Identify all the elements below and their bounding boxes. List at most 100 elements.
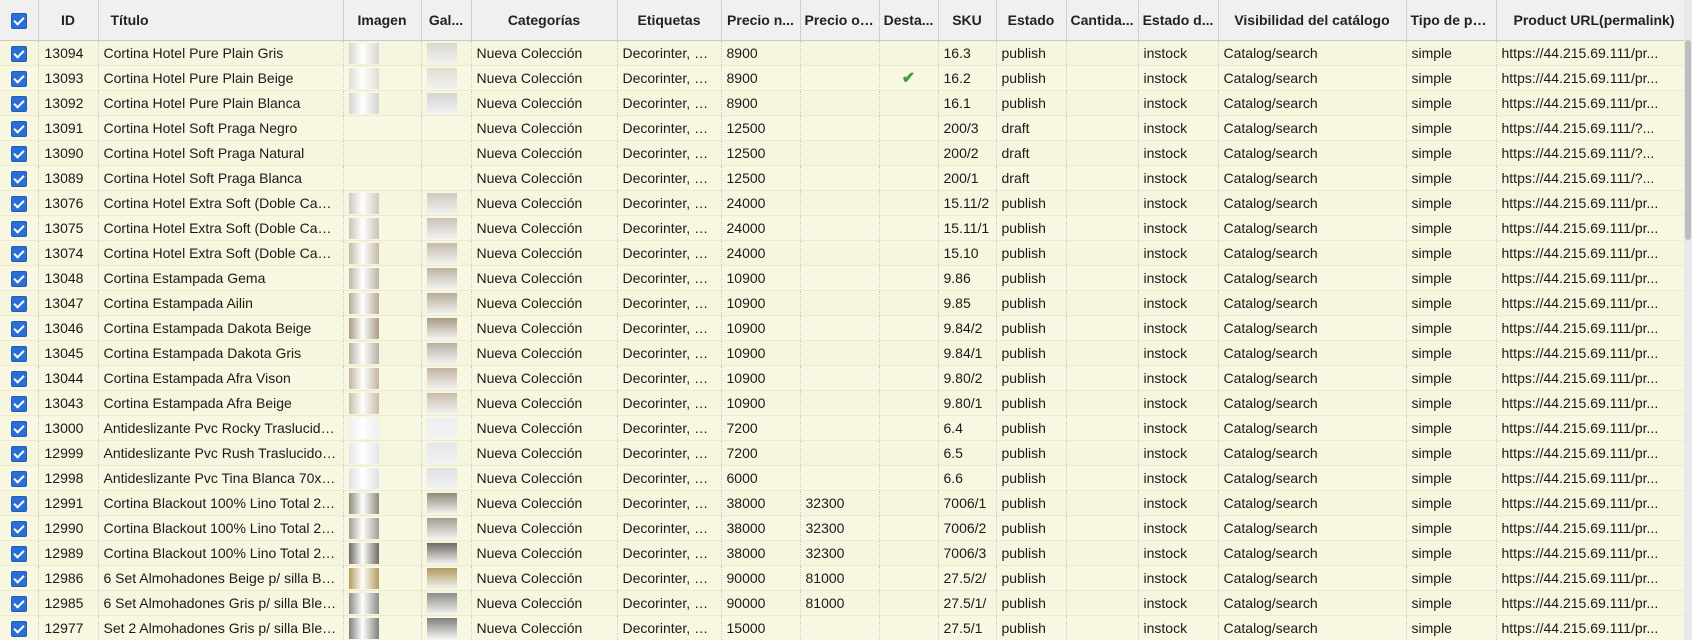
table-row[interactable]: 13076 Cortina Hotel Extra Soft (Doble Cap… — [0, 190, 1692, 216]
cell-catalog-visibility[interactable]: Catalog/search — [1218, 190, 1407, 216]
cell-tags[interactable]: Decorinter, N... — [617, 415, 722, 441]
cell-sku[interactable]: 9.85 — [938, 290, 997, 316]
cell-quantity[interactable] — [1066, 390, 1139, 416]
cell-stock-status[interactable]: instock — [1138, 365, 1219, 391]
scrollbar-thumb[interactable] — [1685, 40, 1691, 240]
cell-price[interactable]: 10900 — [721, 290, 801, 316]
cell-featured[interactable] — [879, 390, 939, 416]
cell-gallery[interactable] — [421, 540, 472, 566]
cell-id[interactable]: 13076 — [38, 190, 99, 216]
row-checkbox[interactable] — [0, 115, 39, 141]
cell-categories[interactable]: Nueva Colección — [471, 265, 618, 291]
cell-gallery[interactable] — [421, 615, 472, 640]
cell-permalink[interactable]: https://44.215.69.111/pr... — [1496, 240, 1692, 266]
cell-tags[interactable]: Decorinter, N... — [617, 515, 722, 541]
cell-status[interactable]: publish — [996, 215, 1067, 241]
column-header-sale[interactable]: Precio of... — [800, 0, 880, 41]
cell-sku[interactable]: 6.5 — [938, 440, 997, 466]
table-row[interactable]: 13000 Antideslizante Pvc Rocky Traslucido… — [0, 415, 1692, 441]
cell-quantity[interactable] — [1066, 565, 1139, 591]
cell-sale-price[interactable] — [800, 340, 880, 366]
cell-id[interactable]: 13094 — [38, 40, 99, 66]
cell-title[interactable]: Cortina Estampada Ailin — [98, 290, 344, 316]
cell-permalink[interactable]: https://44.215.69.111/pr... — [1496, 415, 1692, 441]
cell-image[interactable] — [343, 265, 422, 291]
column-header-visibility[interactable]: Visibilidad del catálogo — [1218, 0, 1407, 41]
column-header-categories[interactable]: Categorías — [471, 0, 618, 41]
cell-image[interactable] — [343, 390, 422, 416]
column-header-type[interactable]: Tipo de pro... — [1406, 0, 1497, 41]
cell-title[interactable]: Cortina Hotel Pure Plain Beige — [98, 65, 344, 91]
table-row[interactable]: 13090 Cortina Hotel Soft Praga Natural Nue… — [0, 140, 1692, 166]
cell-tags[interactable]: Decorinter, N... — [617, 440, 722, 466]
cell-product-type[interactable]: simple — [1406, 490, 1497, 516]
column-header-status[interactable]: Estado — [996, 0, 1067, 41]
cell-permalink[interactable]: https://44.215.69.111/pr... — [1496, 365, 1692, 391]
cell-sale-price[interactable]: 32300 — [800, 515, 880, 541]
cell-categories[interactable]: Nueva Colección — [471, 340, 618, 366]
table-row[interactable]: 13043 Cortina Estampada Afra Beige Nueva C… — [0, 390, 1692, 416]
cell-id[interactable]: 13046 — [38, 315, 99, 341]
cell-sale-price[interactable] — [800, 415, 880, 441]
cell-featured[interactable] — [879, 465, 939, 491]
cell-gallery[interactable] — [421, 140, 472, 166]
cell-featured[interactable] — [879, 415, 939, 441]
cell-product-type[interactable]: simple — [1406, 440, 1497, 466]
cell-featured[interactable] — [879, 165, 939, 191]
cell-sku[interactable]: 9.84/1 — [938, 340, 997, 366]
row-checkbox[interactable] — [0, 415, 39, 441]
cell-quantity[interactable] — [1066, 115, 1139, 141]
cell-permalink[interactable]: https://44.215.69.111/pr... — [1496, 615, 1692, 640]
cell-sale-price[interactable] — [800, 440, 880, 466]
cell-tags[interactable]: Decorinter, N... — [617, 590, 722, 616]
cell-stock-status[interactable]: instock — [1138, 390, 1219, 416]
row-checkbox[interactable] — [0, 340, 39, 366]
cell-featured[interactable]: ✔ — [879, 65, 939, 91]
cell-quantity[interactable] — [1066, 140, 1139, 166]
cell-categories[interactable]: Nueva Colección — [471, 565, 618, 591]
cell-quantity[interactable] — [1066, 440, 1139, 466]
table-row[interactable]: 13089 Cortina Hotel Soft Praga Blanca Nuev… — [0, 165, 1692, 191]
cell-title[interactable]: Antideslizante Pvc Tina Blanca 70x36.... — [98, 465, 344, 491]
cell-product-type[interactable]: simple — [1406, 240, 1497, 266]
cell-sku[interactable]: 6.6 — [938, 465, 997, 491]
cell-status[interactable]: publish — [996, 190, 1067, 216]
cell-gallery[interactable] — [421, 90, 472, 116]
cell-sku[interactable]: 200/2 — [938, 140, 997, 166]
cell-categories[interactable]: Nueva Colección — [471, 490, 618, 516]
cell-status[interactable]: publish — [996, 90, 1067, 116]
cell-permalink[interactable]: https://44.215.69.111/?... — [1496, 140, 1692, 166]
cell-title[interactable]: Cortina Hotel Extra Soft (Doble Capa... — [98, 190, 344, 216]
cell-permalink[interactable]: https://44.215.69.111/?... — [1496, 165, 1692, 191]
cell-catalog-visibility[interactable]: Catalog/search — [1218, 115, 1407, 141]
table-row[interactable]: 13046 Cortina Estampada Dakota Beige Nueva… — [0, 315, 1692, 341]
cell-quantity[interactable] — [1066, 215, 1139, 241]
cell-price[interactable]: 38000 — [721, 540, 801, 566]
cell-catalog-visibility[interactable]: Catalog/search — [1218, 165, 1407, 191]
cell-catalog-visibility[interactable]: Catalog/search — [1218, 515, 1407, 541]
cell-stock-status[interactable]: instock — [1138, 515, 1219, 541]
cell-tags[interactable]: Decorinter, N... — [617, 40, 722, 66]
cell-title[interactable]: Cortina Blackout 100% Lino Total 2 P... — [98, 515, 344, 541]
cell-price[interactable]: 24000 — [721, 190, 801, 216]
cell-categories[interactable]: Nueva Colección — [471, 215, 618, 241]
cell-sale-price[interactable]: 81000 — [800, 565, 880, 591]
cell-permalink[interactable]: https://44.215.69.111/pr... — [1496, 540, 1692, 566]
cell-price[interactable]: 38000 — [721, 490, 801, 516]
table-row[interactable]: 13044 Cortina Estampada Afra Vison Nueva C… — [0, 365, 1692, 391]
cell-stock-status[interactable]: instock — [1138, 590, 1219, 616]
cell-sku[interactable]: 7006/2 — [938, 515, 997, 541]
cell-product-type[interactable]: simple — [1406, 215, 1497, 241]
cell-status[interactable]: publish — [996, 540, 1067, 566]
cell-title[interactable]: Cortina Hotel Pure Plain Blanca — [98, 90, 344, 116]
cell-categories[interactable]: Nueva Colección — [471, 440, 618, 466]
cell-image[interactable] — [343, 90, 422, 116]
cell-product-type[interactable]: simple — [1406, 265, 1497, 291]
cell-id[interactable]: 12999 — [38, 440, 99, 466]
cell-permalink[interactable]: https://44.215.69.111/pr... — [1496, 315, 1692, 341]
cell-quantity[interactable] — [1066, 90, 1139, 116]
cell-image[interactable] — [343, 515, 422, 541]
cell-tags[interactable]: Decorinter, N... — [617, 540, 722, 566]
cell-categories[interactable]: Nueva Colección — [471, 240, 618, 266]
cell-status[interactable]: publish — [996, 415, 1067, 441]
